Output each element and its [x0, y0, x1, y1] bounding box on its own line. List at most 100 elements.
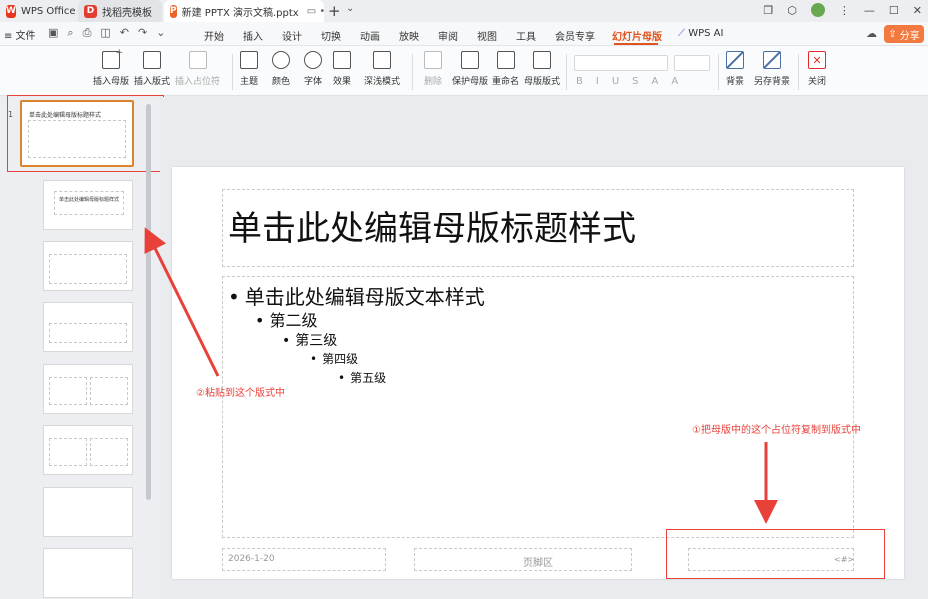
insert-layout-label: 插入版式	[134, 77, 171, 87]
bullet: •	[338, 371, 346, 385]
cloud-sync-icon[interactable]: ☁	[866, 27, 877, 40]
layout-thumbnail[interactable]: 单击此处编辑母版标题样式	[43, 180, 133, 230]
menu-design[interactable]: 设计	[282, 28, 302, 43]
bold-button[interactable]: B	[576, 76, 583, 87]
italic-button[interactable]: I	[596, 76, 599, 87]
strikethrough-button[interactable]: S	[632, 76, 638, 87]
undo-icon[interactable]: ↶	[120, 26, 129, 40]
tab-document[interactable]: P 新建 PPTX 演示文稿.pptx ▭ •	[164, 0, 326, 22]
decrease-font-button[interactable]: A	[671, 76, 678, 87]
layout-thumbnail[interactable]	[43, 364, 133, 414]
menu-review[interactable]: 审阅	[438, 28, 458, 43]
background-icon	[726, 51, 744, 69]
theme-button[interactable]: 主题	[240, 51, 258, 87]
insert-layout-button[interactable]: 插入版式	[134, 51, 170, 87]
preview-icon[interactable]: ◫	[100, 26, 110, 40]
thumb-title-center: 单击此处编辑母版标题样式	[54, 191, 124, 215]
restore-tabs-icon[interactable]: ❐	[763, 4, 773, 17]
underline-button[interactable]: U	[612, 76, 619, 87]
annotation-box-placeholder	[666, 529, 885, 579]
effect-button[interactable]: 效果	[333, 51, 351, 87]
font-size-select[interactable]	[674, 55, 710, 71]
increase-font-button[interactable]: A	[652, 76, 659, 87]
tab-document-label: 新建 PPTX 演示文稿.pptx	[181, 7, 299, 19]
master-layout-button[interactable]: 母版版式	[524, 51, 560, 87]
bullet: •	[282, 333, 291, 349]
menu-member[interactable]: 会员专享	[555, 28, 595, 43]
effect-icon	[333, 51, 351, 69]
background-label: 背景	[726, 77, 745, 87]
insert-master-label: 插入母版	[93, 77, 130, 87]
save-background-label: 另存背景	[754, 77, 791, 87]
close-master-button[interactable]: ✕ 关闭	[808, 51, 826, 87]
theme-icon	[240, 51, 258, 69]
chevron-down-icon[interactable]: ⌄	[346, 3, 354, 14]
delete-button[interactable]: 删除	[424, 51, 442, 87]
new-tab-icon[interactable]: +	[328, 2, 341, 20]
share-button[interactable]: ⇪ 分享	[884, 25, 924, 43]
minimize-icon[interactable]: —	[864, 4, 875, 17]
close-master-label: 关闭	[808, 77, 827, 87]
body-level-3-text: 第三级	[295, 333, 338, 349]
insert-master-button[interactable]: + 插入母版	[93, 48, 130, 87]
insert-placeholder-button[interactable]: 插入占位符	[175, 51, 220, 87]
layout-thumbnail[interactable]	[43, 302, 133, 352]
menu-tools[interactable]: 工具	[516, 28, 536, 43]
ribbon-separator	[412, 54, 413, 90]
color-button[interactable]: 颜色	[272, 51, 290, 87]
tab-close-icon[interactable]: ▭ •	[307, 6, 326, 17]
menu-view[interactable]: 视图	[477, 28, 497, 43]
ribbon-separator	[566, 54, 567, 90]
thumb-body-placeholder	[49, 323, 127, 343]
rename-icon	[496, 51, 515, 69]
print-icon[interactable]: ⎙	[83, 26, 92, 40]
save-background-icon	[763, 51, 781, 69]
layout-thumbnail[interactable]	[43, 487, 133, 537]
thumb-left-placeholder	[49, 438, 87, 466]
menu-transition[interactable]: 切换	[321, 28, 341, 43]
insert-master-icon: +	[102, 48, 123, 69]
thumbnail-scrollbar[interactable]	[146, 104, 151, 500]
search-icon[interactable]: ⌕	[67, 26, 73, 40]
bullet: •	[310, 352, 318, 366]
maximize-icon[interactable]: ☐	[889, 4, 899, 17]
more-icon[interactable]: ⌄	[156, 26, 165, 40]
close-icon[interactable]: ✕	[913, 4, 922, 17]
body-level-4-text: 第四级	[322, 352, 359, 366]
tab-template[interactable]: D 找稻壳模板	[78, 0, 162, 22]
protect-master-button[interactable]: 保护母版	[452, 51, 488, 87]
delete-label: 删除	[424, 77, 443, 87]
thumb-right-placeholder	[90, 377, 128, 405]
save-icon[interactable]: ▣	[48, 26, 58, 40]
rename-label: 重命名	[492, 77, 520, 87]
layout-thumbnail[interactable]	[43, 241, 133, 291]
menu-dots-icon[interactable]: ⋮	[839, 4, 850, 17]
menu-slide-master[interactable]: 幻灯片母版	[612, 28, 662, 43]
wps-ai-button[interactable]: ⟋ WPS AI	[678, 28, 723, 39]
settings-cube-icon[interactable]: ⬡	[787, 4, 797, 17]
avatar[interactable]	[810, 3, 825, 17]
save-background-button[interactable]: 另存背景	[754, 51, 790, 87]
thumb-left-placeholder	[49, 377, 87, 405]
background-button[interactable]: 背景	[726, 51, 744, 87]
layout-thumbnail[interactable]	[43, 425, 133, 475]
color-label: 颜色	[272, 77, 291, 87]
bullet: •	[228, 285, 240, 309]
file-menu[interactable]: ≡ 文件	[4, 27, 36, 42]
redo-icon[interactable]: ↷	[138, 26, 147, 40]
ribbon: + 插入母版 插入版式 插入占位符 主题 颜色 字体 效果 深浅模式 删除 保护…	[0, 46, 928, 96]
font-family-select[interactable]	[574, 55, 668, 71]
menu-insert[interactable]: 插入	[243, 28, 263, 43]
depth-mode-button[interactable]: 深浅模式	[364, 51, 400, 87]
tab-wps-office[interactable]: W WPS Office	[0, 0, 78, 22]
body-level-3: • 第三级	[282, 330, 337, 350]
font-button[interactable]: 字体	[304, 51, 322, 87]
menu-slideshow[interactable]: 放映	[399, 28, 419, 43]
menu-animation[interactable]: 动画	[360, 28, 380, 43]
layout-thumbnail[interactable]	[43, 548, 133, 598]
wps-ai-icon: ⟋	[678, 28, 685, 39]
menu-home[interactable]: 开始	[204, 28, 224, 43]
font-label: 字体	[304, 77, 323, 87]
rename-button[interactable]: 重命名	[492, 51, 519, 87]
body-level-2-text: 第二级	[269, 311, 318, 330]
